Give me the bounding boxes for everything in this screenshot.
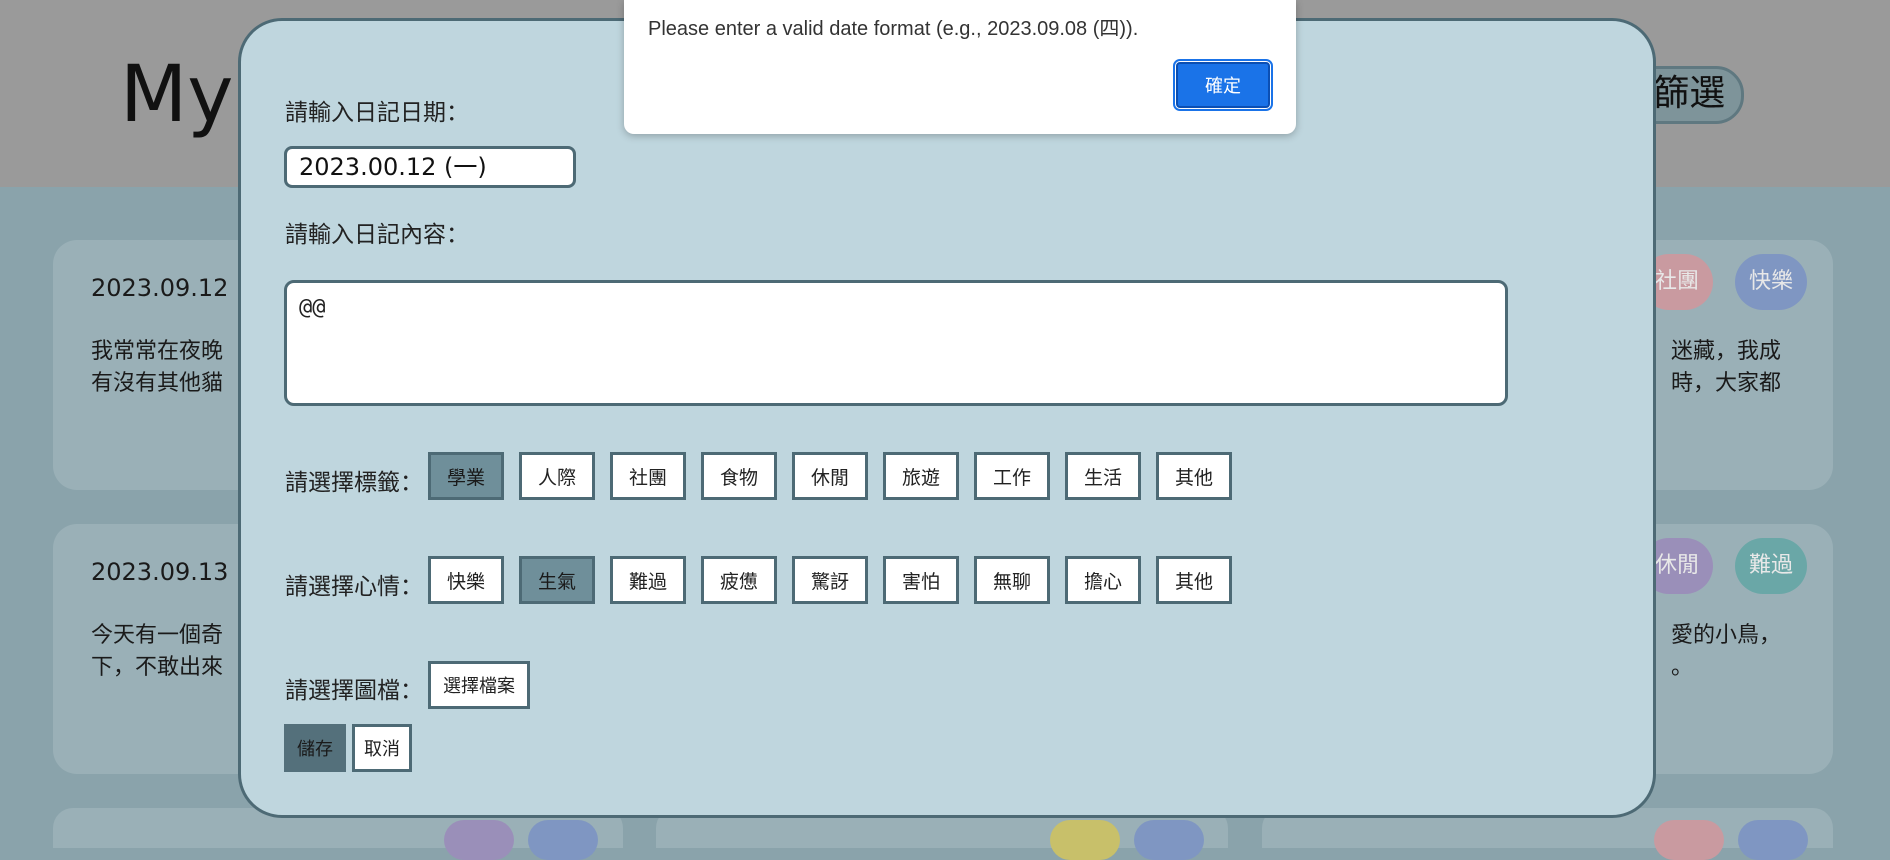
tag-label: 請選擇標籤： [285, 470, 423, 496]
tag-option-life[interactable]: 生活 [1065, 452, 1141, 500]
mood-option-tired[interactable]: 疲憊 [701, 556, 777, 604]
mood-option-sad[interactable]: 難過 [610, 556, 686, 604]
content-textarea[interactable]: @@ [284, 280, 1508, 406]
tag-pill [1050, 820, 1120, 860]
card-text-right: 迷藏，我成 時，大家都 [1670, 339, 1781, 396]
alert-message: Please enter a valid date format (e.g., … [648, 18, 1139, 40]
image-label: 請選擇圖檔： [285, 678, 423, 704]
mood-option-happy[interactable]: 快樂 [428, 556, 504, 604]
tag-option-food[interactable]: 食物 [701, 452, 777, 500]
tag-option-leisure[interactable]: 休閒 [792, 452, 868, 500]
card-text: 我常常在夜晚 有沒有其他貓 [91, 339, 224, 396]
mood-pill [1738, 820, 1808, 860]
tag-option-club[interactable]: 社團 [610, 452, 686, 500]
tag-option-academics[interactable]: 學業 [428, 452, 504, 500]
cancel-button[interactable]: 取消 [352, 724, 412, 772]
tag-option-work[interactable]: 工作 [974, 452, 1050, 500]
alert-ok-button[interactable]: 確定 [1173, 59, 1273, 111]
tag-pill [1654, 820, 1724, 860]
mood-options: 快樂 生氣 難過 疲憊 驚訝 害怕 無聊 擔心 其他 [428, 556, 1232, 604]
mood-pill: 快樂 [1735, 254, 1807, 310]
tag-options: 學業 人際 社團 食物 休閒 旅遊 工作 生活 其他 [428, 452, 1232, 500]
card-text-right: 愛的小鳥， 。 [1670, 623, 1781, 680]
tag-option-travel[interactable]: 旅遊 [883, 452, 959, 500]
mood-option-bored[interactable]: 無聊 [974, 556, 1050, 604]
date-label: 請輸入日記日期： [285, 100, 469, 126]
mood-option-scared[interactable]: 害怕 [883, 556, 959, 604]
save-button[interactable]: 儲存 [284, 724, 346, 772]
date-input[interactable]: 2023.00.12 (一) [284, 146, 576, 188]
card-text: 今天有一個奇 下，不敢出來 [91, 623, 224, 680]
mood-option-worried[interactable]: 擔心 [1065, 556, 1141, 604]
mood-pill [1134, 820, 1204, 860]
alert-dialog: Please enter a valid date format (e.g., … [624, 0, 1296, 134]
tag-option-other[interactable]: 其他 [1156, 452, 1232, 500]
tag-option-social[interactable]: 人際 [519, 452, 595, 500]
page-title: My [120, 50, 234, 140]
choose-file-button[interactable]: 選擇檔案 [428, 661, 530, 709]
mood-option-other[interactable]: 其他 [1156, 556, 1232, 604]
mood-label: 請選擇心情： [285, 574, 423, 600]
mood-option-angry[interactable]: 生氣 [519, 556, 595, 604]
mood-option-surprised[interactable]: 驚訝 [792, 556, 868, 604]
mood-pill: 難過 [1735, 538, 1807, 594]
mood-pill [528, 820, 598, 860]
tag-pill [444, 820, 514, 860]
content-label: 請輸入日記內容： [285, 222, 469, 248]
